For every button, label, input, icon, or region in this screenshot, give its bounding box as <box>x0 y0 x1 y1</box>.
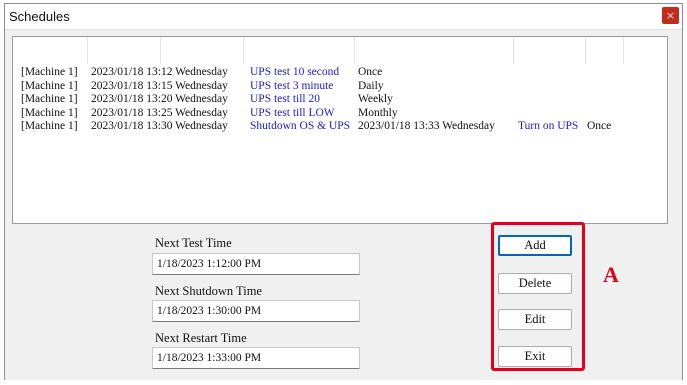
cell-extra-datetime: 2023/01/18 13:33 Wednesday <box>358 120 495 132</box>
add-button[interactable]: Add <box>498 235 572 256</box>
cell-machine: [Machine 1] <box>21 93 78 105</box>
edit-button[interactable]: Edit <box>498 309 572 330</box>
close-button[interactable]: × <box>662 7 679 24</box>
column-divider[interactable] <box>160 37 161 64</box>
title-bar: Schedules × <box>5 4 682 30</box>
column-divider[interactable] <box>243 37 244 64</box>
schedule-list[interactable]: [Machine 1] 2023/01/18 13:12 Wednesday UPS… <box>12 36 668 224</box>
cell-machine: [Machine 1] <box>21 79 78 92</box>
column-divider[interactable] <box>623 37 624 64</box>
cell-repeat: Once <box>358 66 383 78</box>
cell-machine: [Machine 1] <box>21 66 78 78</box>
exit-button[interactable]: Exit <box>498 346 572 367</box>
cell-action: Shutdown OS & UPS <box>250 120 351 132</box>
delete-button[interactable]: Delete <box>498 273 572 294</box>
cell-action: UPS test till 20 <box>250 93 320 105</box>
cell-machine: [Machine 1] <box>21 120 78 132</box>
next-restart-time-field[interactable]: 1/18/2023 1:33:00 PM <box>152 347 360 369</box>
cell-action: UPS test 3 minute <box>250 79 334 92</box>
cell-datetime: 2023/01/18 13:30 Wednesday <box>91 120 228 132</box>
next-restart-time-label: Next Restart Time <box>155 331 247 345</box>
annotation-marker-a: A <box>603 262 619 287</box>
cell-datetime: 2023/01/18 13:12 Wednesday <box>91 66 228 78</box>
next-shutdown-time-field[interactable]: 1/18/2023 1:30:00 PM <box>152 300 360 322</box>
cell-datetime: 2023/01/18 13:25 Wednesday <box>91 106 228 119</box>
cell-action: UPS test till LOW <box>250 106 335 119</box>
cell-action: UPS test 10 second <box>250 66 340 78</box>
cell-datetime: 2023/01/18 13:20 Wednesday <box>91 93 228 105</box>
cell-repeat: Weekly <box>358 93 393 105</box>
cell-repeat: Monthly <box>358 106 398 119</box>
column-divider[interactable] <box>585 37 586 64</box>
next-test-time-field[interactable]: 1/18/2023 1:12:00 PM <box>152 253 360 275</box>
cell-datetime: 2023/01/18 13:15 Wednesday <box>91 79 228 92</box>
window-title: Schedules <box>9 9 70 24</box>
bottom-edge <box>0 380 687 385</box>
next-test-time-label: Next Test Time <box>155 236 232 250</box>
cell-repeat: Once <box>587 120 612 132</box>
cell-repeat: Daily <box>358 79 384 92</box>
column-divider[interactable] <box>354 37 355 64</box>
cell-extra-action: Turn on UPS <box>518 120 579 132</box>
column-divider[interactable] <box>87 37 88 64</box>
column-divider[interactable] <box>513 37 514 64</box>
cell-machine: [Machine 1] <box>21 106 78 119</box>
next-shutdown-time-label: Next Shutdown Time <box>155 284 262 298</box>
